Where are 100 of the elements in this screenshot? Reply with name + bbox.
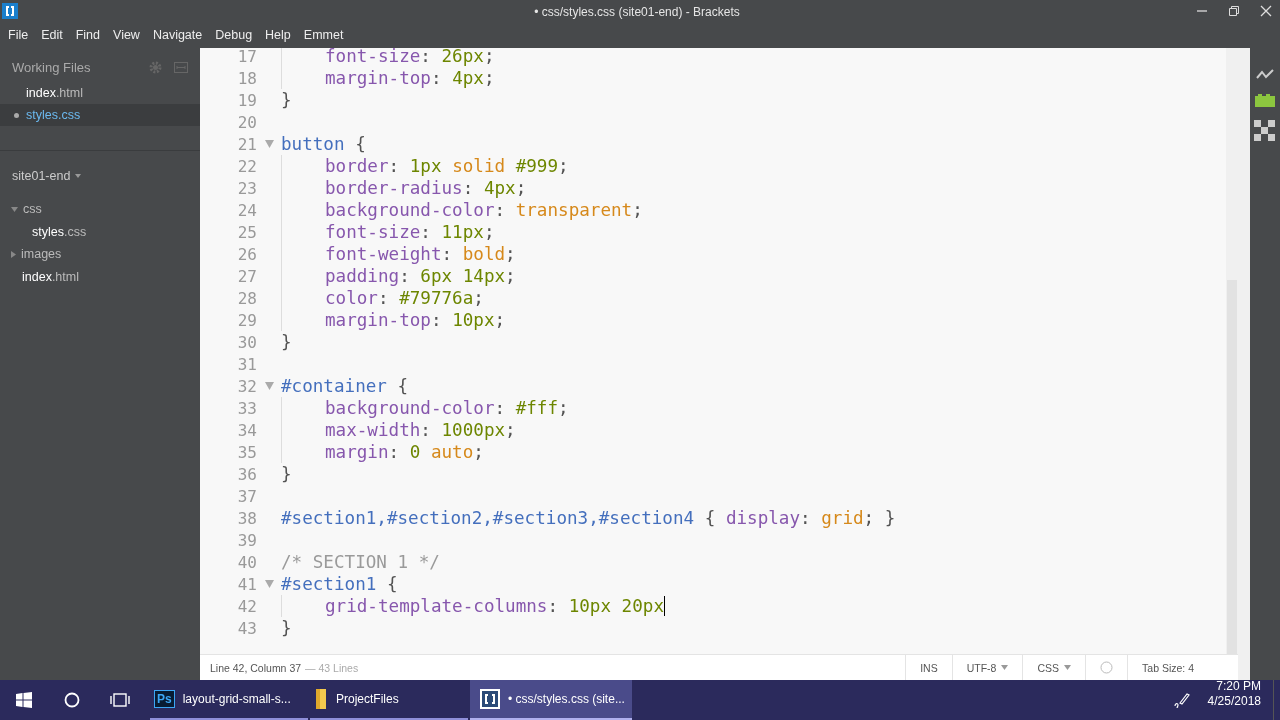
live-preview-icon[interactable] (1256, 68, 1274, 80)
line-number: 30 (236, 332, 257, 352)
line-number: 33 (236, 398, 257, 418)
folder-icon (314, 689, 328, 709)
taskbar-app[interactable]: • css/styles.css (site... (470, 680, 632, 720)
tab-size[interactable]: Tab Size: 4 (1142, 661, 1194, 674)
code-line: /* SECTION 1 */ (281, 552, 440, 572)
line-number: 32 (236, 376, 257, 396)
line-number: 29 (236, 310, 257, 330)
folder-name[interactable]: images (21, 247, 62, 262)
code-line: grid-template-columns: 10px 20px (325, 596, 664, 616)
expanded-arrow-icon[interactable] (11, 206, 18, 212)
line-number: 18 (236, 68, 257, 88)
code-line: font-weight: bold; (325, 244, 516, 264)
line-number: 22 (236, 156, 257, 176)
line-number: 25 (236, 222, 257, 242)
menu-item[interactable]: Find (75, 28, 101, 42)
app-logo-icon (2, 3, 18, 19)
project-name[interactable]: site01-end (12, 169, 71, 183)
line-number: 28 (236, 288, 257, 308)
project-file[interactable]: index.html (0, 265, 200, 288)
search-circle-icon[interactable] (64, 692, 80, 708)
menu-item[interactable]: View (113, 28, 140, 42)
line-count: — 43 Lines (305, 661, 359, 674)
working-file-item[interactable]: styles.css (0, 104, 200, 126)
dropdown-caret-icon[interactable] (75, 174, 82, 178)
code-line: padding: 6px 14px; (325, 266, 516, 286)
taskbar-app[interactable]: ProjectFiles (310, 680, 468, 720)
code-line: max-width: 1000px; (325, 420, 516, 440)
dropdown-caret-icon[interactable] (1064, 665, 1072, 670)
cursor-position: Line 42, Column 37 (209, 661, 302, 674)
code-line: font-size: 11px; (325, 222, 495, 242)
menu-item[interactable]: File (8, 28, 29, 42)
code-line: } (281, 90, 292, 110)
dropdown-caret-icon[interactable] (1001, 665, 1009, 670)
code-line: background-color: #fff; (325, 398, 569, 418)
extension-manager-icon[interactable] (1254, 92, 1276, 108)
clock-date[interactable]: 4/25/2018 (1207, 694, 1261, 708)
line-number: 24 (236, 200, 257, 220)
scrollbar-thumb[interactable] (1227, 280, 1237, 654)
code-line: background-color: transparent; (325, 200, 643, 220)
menu-item[interactable]: Debug (215, 28, 253, 42)
code-line: margin-top: 4px; (325, 68, 495, 88)
fold-arrow-icon[interactable] (264, 382, 274, 390)
photoshop-icon: Ps (154, 690, 175, 708)
restore-icon[interactable] (1228, 5, 1240, 17)
menu-item[interactable]: Navigate (152, 28, 203, 42)
line-number: 43 (236, 618, 257, 638)
fold-arrow-icon[interactable] (264, 580, 274, 588)
pen-icon[interactable] (1171, 691, 1190, 709)
line-number: 42 (236, 596, 257, 616)
insert-mode[interactable]: INS (920, 661, 938, 674)
menu-item[interactable]: Edit (41, 28, 63, 42)
window-title: • css/styles.css (site01-end) - Brackets (534, 5, 740, 19)
code-line: margin-top: 10px; (325, 310, 506, 330)
line-number: 38 (236, 508, 257, 528)
clock-time[interactable]: 7:20 PM (1216, 680, 1261, 692)
line-number: 31 (236, 354, 257, 374)
folder-name[interactable]: css (23, 202, 42, 217)
line-number: 23 (236, 178, 257, 198)
code-line: button { (281, 134, 366, 154)
code-line: #section1 { (281, 574, 398, 594)
windows-start-icon[interactable] (16, 692, 32, 708)
fold-arrow-icon[interactable] (264, 140, 274, 148)
code-line: border: 1px solid #999; (325, 156, 569, 176)
line-number: 26 (236, 244, 257, 264)
task-view-icon[interactable] (110, 692, 130, 708)
taskbar-app[interactable]: Ps layout-grid-small-s... (150, 680, 308, 720)
code-line: } (281, 618, 292, 638)
line-number: 37 (236, 486, 257, 506)
brackets-icon (480, 689, 500, 709)
menu-item[interactable]: Emmet (303, 28, 344, 42)
working-file-item[interactable]: index.html (0, 82, 200, 104)
line-number: 34 (236, 420, 257, 440)
code-line: } (281, 332, 292, 352)
line-number: 39 (236, 530, 257, 550)
language-dropdown[interactable]: CSS (1037, 661, 1060, 674)
checkerboard-icon[interactable] (1254, 120, 1276, 142)
line-number: 17 (236, 48, 257, 66)
encoding-dropdown[interactable]: UTF-8 (966, 661, 997, 674)
line-number: 40 (236, 552, 257, 572)
line-number: 27 (236, 266, 257, 286)
collapsed-arrow-icon[interactable] (11, 250, 16, 258)
code-line: font-size: 26px; (325, 48, 495, 66)
menu-item[interactable]: Help (265, 28, 291, 42)
code-line: border-radius: 4px; (325, 178, 527, 198)
line-number: 35 (236, 442, 257, 462)
code-line: color: #79776a; (325, 288, 484, 308)
line-number: 19 (236, 90, 257, 110)
text-caret (664, 596, 666, 616)
line-number: 21 (236, 134, 257, 154)
project-file[interactable]: styles.css (0, 220, 200, 243)
code-line: margin: 0 auto; (325, 442, 484, 462)
line-number: 41 (236, 574, 257, 594)
close-icon[interactable] (1260, 5, 1272, 17)
code-line: #section1,#section2,#section3,#section4 { display: grid; } (281, 508, 896, 528)
line-number: 36 (236, 464, 257, 484)
code-line: #container { (281, 376, 409, 396)
line-number: 20 (236, 112, 257, 132)
working-files-title: Working Files (12, 59, 92, 75)
